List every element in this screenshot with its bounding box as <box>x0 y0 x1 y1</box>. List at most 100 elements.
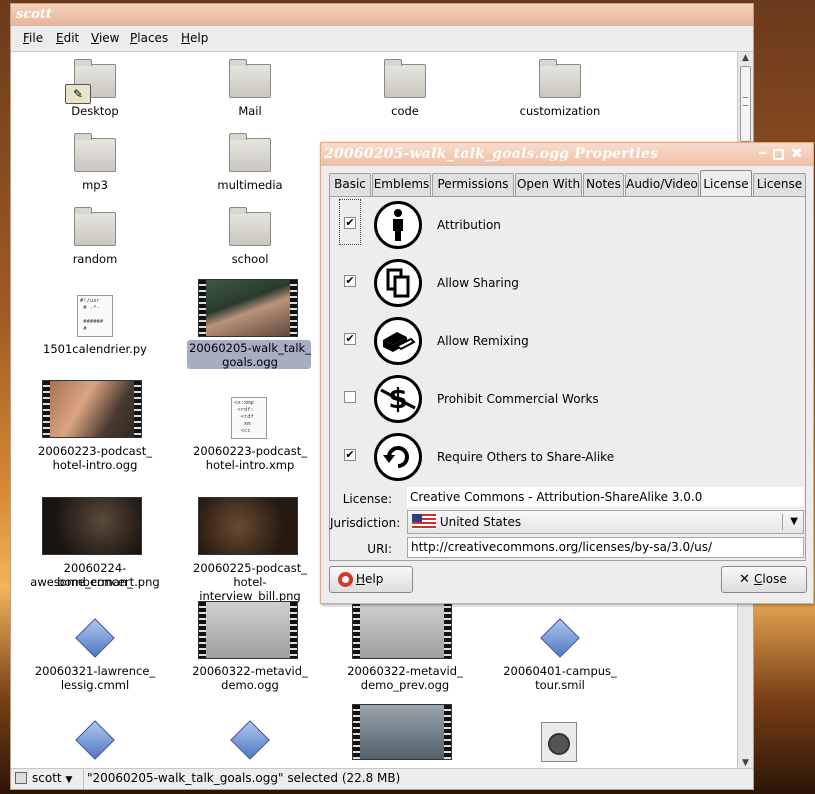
close-button[interactable]: ✕ Close <box>721 566 807 593</box>
dialog-title[interactable]: 20060205-walk_talk_goals.ogg Properties <box>321 143 813 166</box>
item-metavid-prev-line1[interactable]: 20060322-metavid_ <box>340 664 470 678</box>
video-thumbnail[interactable] <box>198 279 298 337</box>
chevron-down-icon: ▼ <box>790 516 798 527</box>
dropdown-divider <box>782 514 783 530</box>
folder-icon[interactable] <box>539 59 581 98</box>
cmml-file-icon[interactable] <box>75 720 115 760</box>
item-podcast-xmp-line1[interactable]: 20060223-podcast_ <box>185 444 315 458</box>
status-divider <box>83 769 84 789</box>
menu-help[interactable]: Help <box>181 31 208 45</box>
video-thumbnail[interactable] <box>198 601 298 659</box>
tab-license[interactable]: License <box>753 173 806 196</box>
folder-icon[interactable] <box>74 207 116 246</box>
item-interview-line1[interactable]: 20060225-podcast_ <box>185 561 315 575</box>
video-file-icon[interactable] <box>541 722 577 762</box>
item-mp3[interactable]: mp3 <box>30 178 160 192</box>
close-icon: ✕ <box>739 572 750 587</box>
folder-icon[interactable] <box>229 133 271 172</box>
license-option-noncommercial: $ Prohibit Commercial Works <box>330 371 805 429</box>
item-walk-talk-line2[interactable]: goals.ogg <box>185 355 315 369</box>
text-file-icon[interactable]: #!/usr # -*- ###### # <box>77 295 113 337</box>
item-py-file[interactable]: 1501calendrier.py <box>30 342 160 356</box>
tab-emblems[interactable]: Emblems <box>372 173 431 196</box>
status-bar: scott ▼ "20060205-walk_talk_goals.ogg" s… <box>11 768 753 789</box>
item-interview-line2[interactable]: hotel-interview_bill.png <box>185 575 315 603</box>
item-random[interactable]: random <box>30 252 160 266</box>
remixing-checkbox[interactable]: ✔ <box>344 333 356 345</box>
menu-edit[interactable]: Edit <box>56 31 79 45</box>
item-mail[interactable]: Mail <box>185 104 315 118</box>
tab-license-active[interactable]: License <box>700 170 752 197</box>
item-metavid-line2[interactable]: demo.ogg <box>185 678 315 692</box>
folder-icon[interactable] <box>229 207 271 246</box>
item-desktop[interactable]: Desktop <box>30 104 160 118</box>
item-multimedia[interactable]: multimedia <box>185 178 315 192</box>
item-code[interactable]: code <box>340 104 470 118</box>
menu-places[interactable]: Places <box>130 31 168 45</box>
uri-field-label: URI: <box>367 542 392 556</box>
license-field-label: License: <box>342 492 392 506</box>
tab-notes[interactable]: Notes <box>583 173 624 196</box>
cmml-file-icon[interactable] <box>230 720 270 760</box>
image-thumbnail[interactable] <box>42 497 142 555</box>
tab-strip: Basic Emblems Permissions Open With Note… <box>329 170 809 197</box>
item-metavid-prev-line2[interactable]: demo_prev.ogg <box>340 678 470 692</box>
maximize-icon[interactable] <box>773 149 784 160</box>
video-thumbnail[interactable] <box>352 704 452 760</box>
noncommercial-checkbox[interactable] <box>344 391 356 403</box>
item-customization[interactable]: customization <box>495 104 625 118</box>
help-button[interactable]: Help <box>329 566 413 593</box>
location-drive-icon <box>15 772 27 784</box>
tab-audio-video[interactable]: Audio/Video <box>625 173 699 196</box>
cmml-file-icon[interactable] <box>75 618 115 658</box>
jurisdiction-field-label: Jurisdiction: <box>330 516 401 530</box>
video-thumbnail[interactable] <box>352 601 452 659</box>
item-podcast-ogg-line2[interactable]: hotel-intro.ogg <box>30 458 160 472</box>
sharing-checkbox[interactable]: ✔ <box>344 275 356 287</box>
item-lessig-line1[interactable]: 20060321-lawrence_ <box>30 664 160 678</box>
scroll-up-icon[interactable]: ▲ <box>740 53 751 64</box>
smil-file-icon[interactable] <box>540 618 580 658</box>
dropdown-arrow-icon: ▼ <box>65 775 73 785</box>
item-podcast-ogg-line1[interactable]: 20060223-podcast_ <box>30 444 160 458</box>
license-option-sharing: ✔ Allow Sharing <box>330 255 805 313</box>
location-button[interactable]: scott ▼ <box>32 771 72 785</box>
video-thumbnail[interactable] <box>42 380 142 438</box>
item-bomberman-line2[interactable]: awesome_concert.png <box>30 575 160 589</box>
noncommercial-label: Prohibit Commercial Works <box>437 392 599 406</box>
item-metavid-line1[interactable]: 20060322-metavid_ <box>185 664 315 678</box>
menu-view[interactable]: View <box>91 31 119 45</box>
lifebuoy-icon <box>338 572 353 587</box>
item-school[interactable]: school <box>185 252 315 266</box>
license-option-attribution: ✔ Attribution <box>330 197 805 255</box>
jurisdiction-select[interactable]: United States ▼ <box>407 510 804 534</box>
item-podcast-xmp-line2[interactable]: hotel-intro.xmp <box>185 458 315 472</box>
folder-icon[interactable] <box>229 59 271 98</box>
tab-open-with[interactable]: Open With <box>515 173 582 196</box>
close-window-icon[interactable]: ✖ <box>791 146 803 162</box>
attribution-checkbox[interactable]: ✔ <box>344 217 356 229</box>
item-campus-line1[interactable]: 20060401-campus_ <box>495 664 625 678</box>
sharealike-checkbox[interactable]: ✔ <box>344 449 356 461</box>
image-thumbnail[interactable] <box>198 497 298 555</box>
sharing-label: Allow Sharing <box>437 276 519 290</box>
folder-icon[interactable] <box>384 59 426 98</box>
item-walk-talk-line1[interactable]: 20060205-walk_talk_ <box>185 341 315 355</box>
license-tab-pane: ✔ Attribution ✔ Allow Sharing ✔ Allow Re… <box>329 196 806 561</box>
sharing-icon <box>374 259 422 307</box>
tab-basic[interactable]: Basic <box>329 173 371 196</box>
item-campus-line2[interactable]: tour.smil <box>495 678 625 692</box>
tab-permissions[interactable]: Permissions <box>432 173 514 196</box>
uri-input[interactable]: http://creativecommons.org/licenses/by-s… <box>407 537 804 558</box>
text-file-icon[interactable]: <x:xmp <rdf: <rdf xm <cc <box>231 397 267 439</box>
menu-file[interactable]: File <box>23 31 43 45</box>
attribution-icon <box>374 201 422 249</box>
item-lessig-line2[interactable]: lessig.cmml <box>30 678 160 692</box>
jurisdiction-value: United States <box>439 515 522 529</box>
folder-icon[interactable] <box>74 133 116 172</box>
properties-dialog: 20060205-walk_talk_goals.ogg Properties … <box>320 142 814 604</box>
window-title[interactable]: scott <box>11 4 753 26</box>
sharealike-label: Require Others to Share-Alike <box>437 450 615 464</box>
scrollbar-thumb[interactable] <box>740 66 751 142</box>
minimize-icon[interactable]: – <box>758 144 767 162</box>
